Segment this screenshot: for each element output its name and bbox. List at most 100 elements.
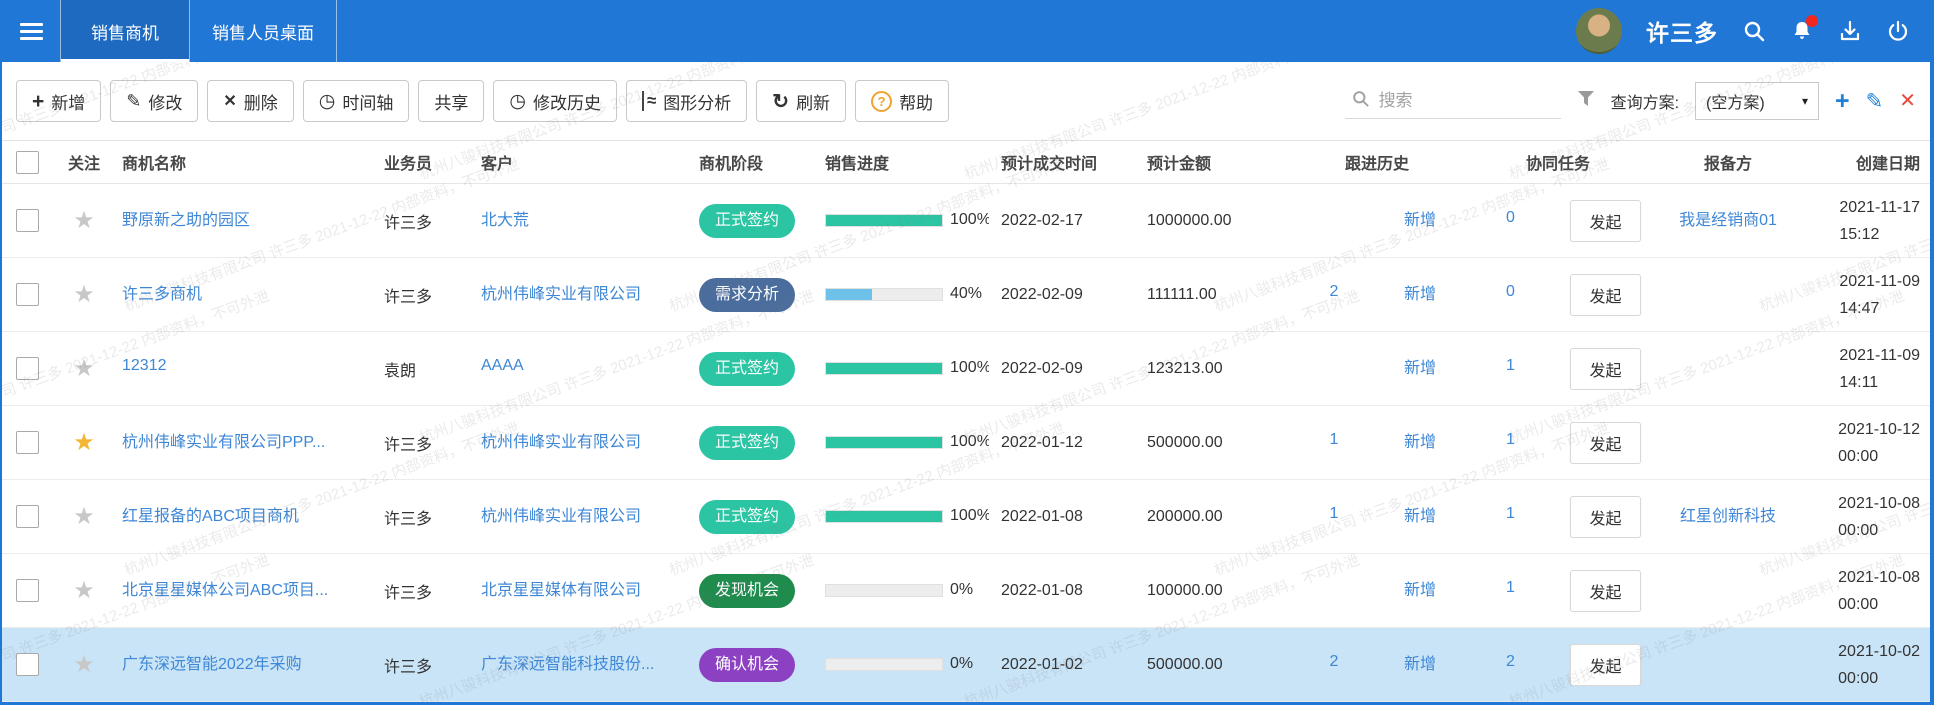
row-checkbox[interactable] [16,653,39,676]
reporter-link[interactable]: 红星创新科技 [1680,502,1776,526]
add-follow-link[interactable]: 新增 [1404,650,1436,674]
add-follow-link[interactable]: 新增 [1404,576,1436,600]
follow-history-add-wrap: 新增 [1377,502,1463,531]
customer-link[interactable]: 杭州伟峰实业有限公司 [481,502,641,526]
avatar[interactable] [1576,8,1622,54]
star-icon[interactable]: ★ [73,502,95,531]
row-checkbox[interactable] [16,505,39,528]
opportunity-name-link[interactable]: 北京星星媒体公司ABC项目... [122,576,328,600]
initiate-button[interactable]: 发起 [1570,348,1640,390]
topbar-tab[interactable]: 销售商机 [60,0,190,62]
add-follow-link[interactable]: 新增 [1404,206,1436,230]
query-plan-select[interactable]: (空方案) ▾ [1695,82,1819,120]
customer-link[interactable]: 北大荒 [481,206,529,230]
follow-history-count-link[interactable]: 2 [1330,653,1339,671]
collab-task-count-link[interactable]: 1 [1506,505,1515,523]
customer-link[interactable]: 北京星星媒体有限公司 [481,576,641,600]
toolbar-right: 查询方案: (空方案) ▾ + ✎ ✕ [1345,82,1916,120]
collab-task-count-link[interactable]: 0 [1506,283,1515,301]
opportunity-name-link[interactable]: 红星报备的ABC项目商机 [122,502,299,526]
search-icon[interactable] [1742,19,1766,43]
edit-plan-icon[interactable]: ✎ [1866,91,1884,112]
collab-task-count-link[interactable]: 1 [1506,431,1515,449]
row-checkbox[interactable] [16,209,39,232]
progress-bar [825,436,943,449]
star-icon[interactable]: ★ [73,576,95,605]
power-icon[interactable] [1886,19,1910,43]
chart-icon: ≈ [642,91,656,111]
customer-link[interactable]: AAAA [481,357,524,375]
table-row[interactable]: ★12312袁朗AAAA正式签约100%2022-02-09123213.00新… [2,332,1930,406]
add-follow-link[interactable]: 新增 [1404,354,1436,378]
add-follow-link[interactable]: 新增 [1404,280,1436,304]
follow-history-count-link[interactable]: 2 [1330,283,1339,301]
star-icon[interactable]: ★ [73,354,95,383]
star-icon[interactable]: ★ [73,280,95,309]
notifications-bell-icon[interactable] [1790,19,1814,43]
opportunity-name-link[interactable]: 许三多商机 [122,280,202,304]
customer-link[interactable]: 杭州伟峰实业有限公司 [481,280,641,304]
table-row[interactable]: ★杭州伟峰实业有限公司PPP...许三多杭州伟峰实业有限公司正式签约100%20… [2,406,1930,480]
follow-history-count-link[interactable]: 1 [1330,505,1339,523]
search-input[interactable] [1379,91,1544,111]
add-follow-link[interactable]: 新增 [1404,428,1436,452]
column-header: 预计金额 [1135,150,1291,174]
table-row[interactable]: ★红星报备的ABC项目商机许三多杭州伟峰实业有限公司正式签约100%2022-0… [2,480,1930,554]
initiate-button[interactable]: 发起 [1570,570,1640,612]
menu-icon[interactable] [2,0,60,62]
share-button[interactable]: 共享 [418,80,484,122]
star-icon[interactable]: ★ [73,650,95,679]
collab-task-count-link[interactable]: 1 [1506,357,1515,375]
initiate-button[interactable]: 发起 [1570,422,1640,464]
table-row[interactable]: ★野原新之助的园区许三多北大荒正式签约100%2022-02-171000000… [2,184,1930,258]
opportunity-name-link[interactable]: 12312 [122,357,167,375]
created-time: 14:11 [1839,374,1878,391]
initiate-button[interactable]: 发起 [1570,274,1640,316]
initiate-button[interactable]: 发起 [1570,200,1640,242]
table-row[interactable]: ★北京星星媒体公司ABC项目...许三多北京星星媒体有限公司发现机会0%2022… [2,554,1930,628]
opportunity-name-cell: 红星报备的ABC项目商机 [110,502,372,531]
table-row[interactable]: ★许三多商机许三多杭州伟峰实业有限公司需求分析40%2022-02-091111… [2,258,1930,332]
delete-plan-icon[interactable]: ✕ [1899,91,1916,111]
customer-link[interactable]: 杭州伟峰实业有限公司 [481,428,641,452]
customer-cell: 杭州伟峰实业有限公司 [469,280,687,309]
row-checkbox[interactable] [16,579,39,602]
chart-analysis-button[interactable]: ≈图形分析 [626,80,747,122]
row-checkbox[interactable] [16,431,39,454]
customer-link[interactable]: 广东深远智能科技股份... [481,650,654,674]
collab-task-count-link[interactable]: 0 [1506,209,1515,227]
edit-button[interactable]: ✎修改 [110,80,198,122]
opportunity-name-link[interactable]: 杭州伟峰实业有限公司PPP... [122,428,325,452]
initiate-button[interactable]: 发起 [1570,644,1640,686]
opportunity-name-link[interactable]: 广东深远智能2022年采购 [122,650,302,674]
star-icon[interactable]: ★ [73,206,95,235]
edit-history-button[interactable]: ◷修改历史 [493,80,617,122]
refresh-button[interactable]: ↻刷新 [756,80,846,122]
timeline-button[interactable]: ◷时间轴 [303,80,410,122]
customer-cell: 北京星星媒体有限公司 [469,576,687,605]
reporter-link[interactable]: 我是经销商01 [1679,206,1777,230]
progress-percent: 0% [950,581,973,598]
created-date: 2021-10-08 [1838,495,1920,512]
table-row[interactable]: ★广东深远智能2022年采购许三多广东深远智能科技股份...确认机会0%2022… [2,628,1930,702]
follow-history-count-link[interactable]: 1 [1330,431,1339,449]
download-icon[interactable] [1838,19,1862,43]
add-follow-link[interactable]: 新增 [1404,502,1436,526]
initiate-button[interactable]: 发起 [1570,496,1640,538]
filter-funnel-icon[interactable] [1577,90,1595,112]
help-button[interactable]: ?帮助 [855,80,949,122]
star-icon[interactable]: ★ [73,428,95,457]
row-checkbox[interactable] [16,283,39,306]
delete-button[interactable]: ✕删除 [207,80,293,122]
opportunity-name-link[interactable]: 野原新之助的园区 [122,206,250,230]
add-plan-icon[interactable]: + [1835,89,1850,114]
plus-icon: + [32,91,44,112]
collab-task-count-link[interactable]: 1 [1506,579,1515,597]
row-checkbox[interactable] [16,357,39,380]
collab-task-count-link[interactable]: 2 [1506,653,1515,671]
created-date: 2021-10-08 [1838,569,1920,586]
select-all-checkbox[interactable] [16,151,39,174]
expected-close-date-cell: 2022-02-09 [989,286,1135,304]
add-button[interactable]: +新增 [16,80,101,122]
topbar-tab[interactable]: 销售人员桌面 [190,0,337,62]
